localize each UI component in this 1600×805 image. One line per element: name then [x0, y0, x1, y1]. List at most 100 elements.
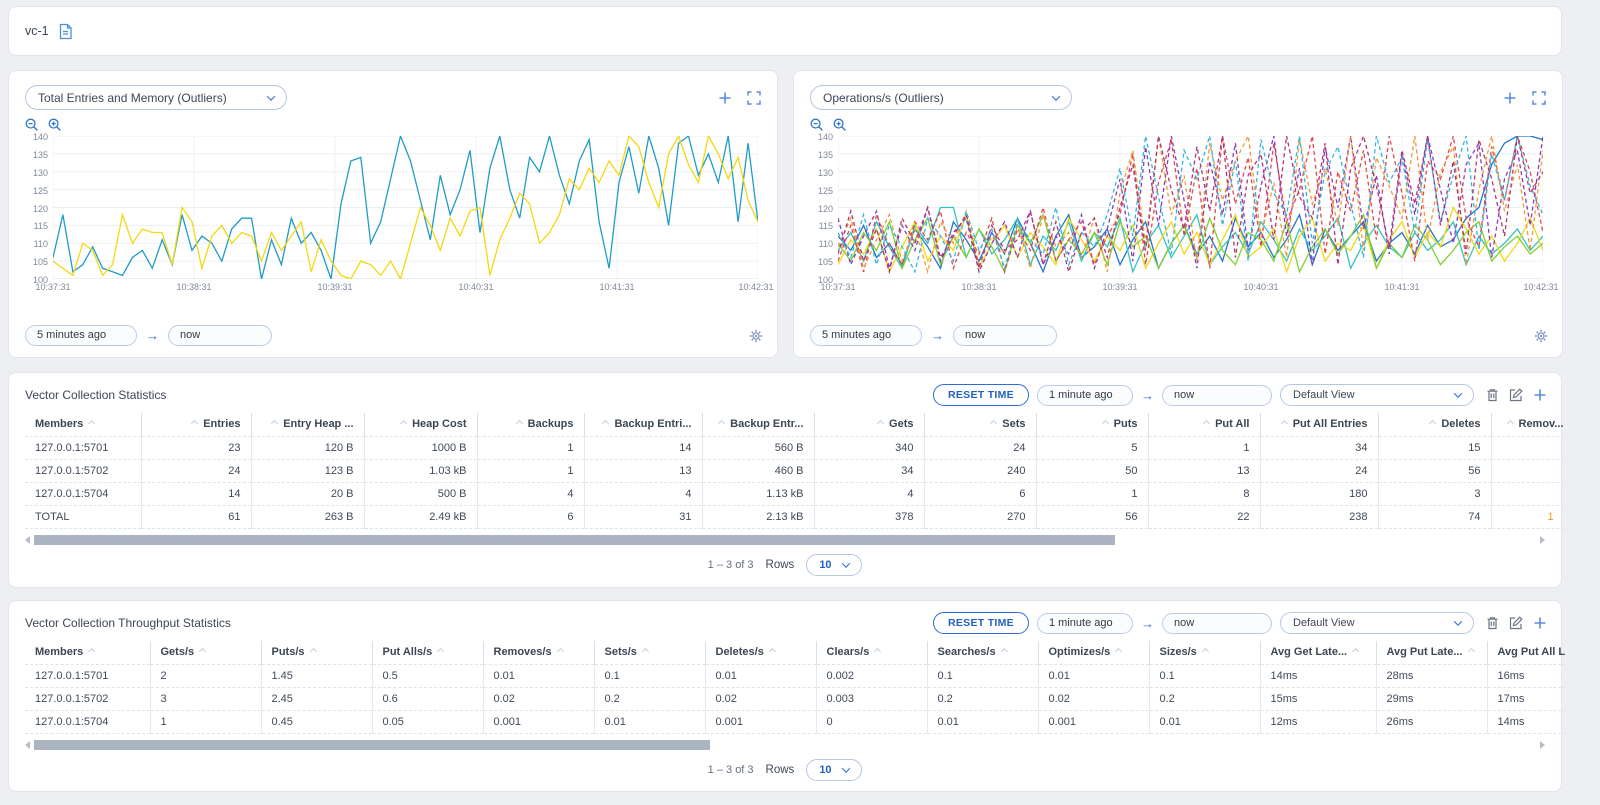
add-view-button[interactable]	[1533, 388, 1547, 402]
time-to-input[interactable]: now	[1162, 613, 1272, 634]
plot-area[interactable]	[838, 136, 1543, 279]
table-cell: 180	[1260, 482, 1378, 505]
table-row[interactable]: TOTAL61263 B2.49 kB6312.13 kB37827056222…	[25, 505, 1565, 528]
add-view-button[interactable]	[1533, 616, 1547, 630]
scrollbar-track[interactable]	[34, 535, 1536, 545]
column-header[interactable]: Put All Entries	[1260, 413, 1378, 436]
trash-icon	[1486, 388, 1499, 402]
zoom-in-button[interactable]	[48, 118, 62, 132]
table-cell: 120 B	[251, 436, 364, 459]
column-header[interactable]: Members	[25, 413, 141, 436]
chart-settings-button[interactable]	[749, 329, 763, 343]
time-from-input[interactable]: 5 minutes ago	[25, 325, 137, 346]
column-header[interactable]: Put All	[1148, 413, 1260, 436]
table-cell: 0.45	[261, 710, 372, 733]
table-cell: 3	[150, 687, 261, 710]
expand-button[interactable]	[1532, 91, 1546, 105]
zoom-in-button[interactable]	[833, 118, 847, 132]
table-row[interactable]: 127.0.0.1:570121.450.50.010.10.010.0020.…	[25, 664, 1565, 687]
delete-view-button[interactable]	[1486, 616, 1499, 630]
table-cell: 123 B	[251, 459, 364, 482]
table-row[interactable]: 127.0.0.1:570232.450.60.020.20.020.0030.…	[25, 687, 1565, 710]
column-header[interactable]: Searches/s	[927, 641, 1038, 664]
add-chart-button[interactable]	[718, 91, 732, 105]
table-cell: 127.0.0.1:5701	[25, 664, 150, 687]
column-header[interactable]: Deletes	[1378, 413, 1491, 436]
expand-button[interactable]	[747, 91, 761, 105]
edit-view-button[interactable]	[1509, 616, 1523, 630]
column-header[interactable]: Backup Entr...	[702, 413, 814, 436]
add-chart-button[interactable]	[1503, 91, 1517, 105]
vector-collection-statistics-panel: Vector Collection Statistics RESET TIME …	[8, 372, 1562, 588]
reset-time-button[interactable]: RESET TIME	[933, 384, 1029, 406]
page-size-value: 10	[819, 764, 831, 776]
column-header[interactable]: Remov...	[1491, 413, 1565, 436]
column-header[interactable]: Puts	[1036, 413, 1148, 436]
column-header[interactable]: Entry Heap ...	[251, 413, 364, 436]
table-cell: 1.03 kB	[364, 459, 477, 482]
column-header[interactable]: Members	[25, 641, 150, 664]
metric-select[interactable]: Operations/s (Outliers)	[810, 85, 1072, 110]
column-header[interactable]: Deletes/s	[705, 641, 816, 664]
chart-settings-button[interactable]	[1534, 329, 1548, 343]
column-header[interactable]: Sets	[924, 413, 1036, 436]
chart-panel-operations: Operations/s (Outliers) 1001051101151201	[793, 70, 1563, 358]
time-from-input[interactable]: 1 minute ago	[1037, 613, 1133, 634]
table-cell: 1	[1491, 505, 1565, 528]
file-icon[interactable]	[58, 23, 73, 40]
time-from-input[interactable]: 5 minutes ago	[810, 325, 922, 346]
column-header[interactable]: Backups	[477, 413, 584, 436]
zoom-out-button[interactable]	[25, 118, 39, 132]
column-header[interactable]: Heap Cost	[364, 413, 477, 436]
zoom-out-button[interactable]	[810, 118, 824, 132]
column-header[interactable]: Sizes/s	[1149, 641, 1260, 664]
arrow-right-icon: →	[146, 329, 159, 342]
table-row[interactable]: 127.0.0.1:570410.450.050.0010.010.00100.…	[25, 710, 1565, 733]
table-row[interactable]: 127.0.0.1:57041420 B500 B441.13 kB461818…	[25, 482, 1565, 505]
scroll-right-icon[interactable]	[1540, 741, 1545, 749]
scrollbar-thumb[interactable]	[34, 740, 710, 750]
column-header[interactable]: Optimizes/s	[1038, 641, 1149, 664]
column-header[interactable]: Put Alls/s	[372, 641, 483, 664]
page-size-select[interactable]: 10	[806, 759, 862, 781]
time-to-input[interactable]: now	[953, 325, 1057, 346]
scrollbar-track[interactable]	[34, 740, 1536, 750]
table-cell: 23	[141, 436, 251, 459]
time-to-input[interactable]: now	[1162, 385, 1272, 406]
x-axis-labels: 10:37:3110:38:3110:39:3110:40:3110:41:31…	[838, 279, 1543, 294]
metric-select[interactable]: Total Entries and Memory (Outliers)	[25, 85, 287, 110]
column-header[interactable]: Sets/s	[594, 641, 705, 664]
column-header[interactable]: Gets/s	[150, 641, 261, 664]
column-header[interactable]: Avg Get Late...	[1260, 641, 1376, 664]
table-cell: 28ms	[1376, 664, 1487, 687]
time-from-input[interactable]: 1 minute ago	[1037, 385, 1133, 406]
column-header[interactable]: Backup Entri...	[584, 413, 702, 436]
scroll-left-icon[interactable]	[25, 536, 30, 544]
edit-view-button[interactable]	[1509, 388, 1523, 402]
scroll-left-icon[interactable]	[25, 741, 30, 749]
plot-area[interactable]	[53, 136, 758, 279]
time-to-input[interactable]: now	[168, 325, 272, 346]
column-header[interactable]: Gets	[814, 413, 924, 436]
sort-caret-icon	[1467, 648, 1474, 655]
view-select[interactable]: Default View	[1280, 612, 1474, 634]
sort-caret-icon	[990, 420, 997, 427]
view-select[interactable]: Default View	[1280, 384, 1474, 406]
reset-time-button[interactable]: RESET TIME	[933, 612, 1029, 634]
scroll-right-icon[interactable]	[1540, 536, 1545, 544]
column-header[interactable]: Avg Put All L...	[1487, 641, 1565, 664]
table-cell: 34	[1260, 436, 1378, 459]
column-header[interactable]: Puts/s	[261, 641, 372, 664]
arrow-right-icon: →	[1141, 617, 1154, 630]
column-header[interactable]: Entries	[141, 413, 251, 436]
scrollbar-thumb[interactable]	[34, 535, 1115, 545]
table-cell: 0.01	[1149, 710, 1260, 733]
column-header[interactable]: Clears/s	[816, 641, 927, 664]
table-row[interactable]: 127.0.0.1:570224123 B1.03 kB113460 B3424…	[25, 459, 1565, 482]
table-row[interactable]: 127.0.0.1:570123120 B1000 B114560 B34024…	[25, 436, 1565, 459]
column-header[interactable]: Removes/s	[483, 641, 594, 664]
table-cell: 378	[814, 505, 924, 528]
page-size-select[interactable]: 10	[806, 554, 862, 576]
delete-view-button[interactable]	[1486, 388, 1499, 402]
column-header[interactable]: Avg Put Late...	[1376, 641, 1487, 664]
